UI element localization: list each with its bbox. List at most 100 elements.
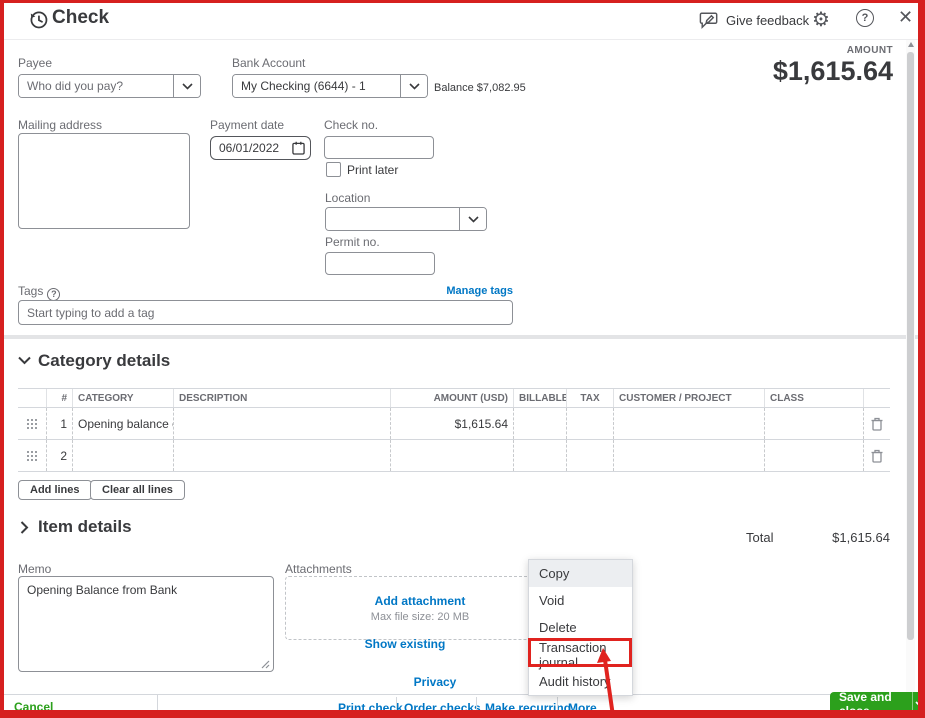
footer-divider (476, 697, 477, 715)
location-select[interactable] (325, 207, 487, 231)
bank-account-label: Bank Account (232, 56, 306, 70)
save-dropdown-chevron-icon[interactable] (912, 692, 925, 715)
more-link[interactable]: More (568, 701, 597, 715)
memo-textarea[interactable]: Opening Balance from Bank (18, 576, 274, 672)
item-details-chevron-right-icon[interactable] (20, 521, 29, 534)
category-details-chevron-down-icon[interactable] (18, 356, 31, 365)
print-check-link[interactable]: Print check (338, 701, 403, 715)
category-details-table: # CATEGORY DESCRIPTION AMOUNT (USD) BILL… (18, 388, 890, 472)
col-tax: TAX (566, 389, 613, 407)
permit-no-input[interactable] (325, 252, 435, 275)
col-category: CATEGORY (72, 389, 173, 407)
tags-input[interactable] (18, 300, 513, 325)
print-later-checkbox[interactable] (326, 162, 341, 177)
show-existing-link[interactable]: Show existing (285, 637, 525, 651)
payee-select[interactable] (18, 74, 201, 98)
more-context-menu: Copy Void Delete Transaction journal Aud… (528, 559, 633, 696)
customer-project-cell[interactable] (613, 440, 764, 471)
location-input[interactable] (326, 208, 459, 230)
menu-item-delete[interactable]: Delete (529, 614, 632, 641)
table-row: 1 Opening balance equity $1,615.64 (18, 408, 890, 440)
description-cell[interactable] (173, 440, 390, 471)
class-cell[interactable] (764, 408, 863, 439)
footer-divider (157, 694, 158, 718)
total-value: $1,615.64 (832, 530, 890, 545)
drag-handle-icon[interactable] (18, 408, 46, 439)
memo-label: Memo (18, 562, 52, 576)
class-cell[interactable] (764, 440, 863, 471)
attachments-label: Attachments (285, 562, 352, 576)
attachment-dropzone[interactable]: Add attachment Max file size: 20 MB (285, 576, 555, 640)
billable-cell[interactable] (513, 408, 566, 439)
category-cell[interactable]: Opening balance equity (72, 408, 173, 439)
billable-cell[interactable] (513, 440, 566, 471)
save-and-close-label[interactable]: Save and close (830, 692, 912, 715)
category-cell[interactable] (72, 440, 173, 471)
chevron-down-icon[interactable] (459, 208, 486, 230)
close-icon[interactable]: ✕ (898, 7, 913, 28)
calendar-icon[interactable] (292, 141, 305, 155)
help-icon[interactable]: ? (856, 9, 874, 27)
make-recurring-link[interactable]: Make recurring (485, 701, 571, 715)
location-label: Location (325, 191, 371, 205)
description-cell[interactable] (173, 408, 390, 439)
menu-item-copy[interactable]: Copy (529, 560, 632, 587)
give-feedback-label: Give feedback (726, 13, 810, 28)
give-feedback-button[interactable]: Give feedback (699, 11, 809, 30)
print-later-label: Print later (347, 163, 399, 177)
manage-tags-link[interactable]: Manage tags (446, 285, 513, 297)
add-attachment-link[interactable]: Add attachment (375, 594, 466, 608)
chevron-down-icon[interactable] (400, 75, 427, 97)
gear-icon[interactable]: ⚙ (812, 7, 830, 32)
bank-account-input[interactable] (233, 75, 400, 97)
payee-label: Payee (18, 56, 53, 70)
bank-account-select[interactable] (232, 74, 428, 98)
order-checks-link[interactable]: Order checks (404, 701, 481, 715)
customer-project-cell[interactable] (613, 408, 764, 439)
category-details-title[interactable]: Category details (38, 351, 170, 371)
tax-cell[interactable] (566, 408, 613, 439)
page-title: Check (52, 7, 110, 28)
recent-transactions-clock-icon[interactable] (28, 9, 49, 30)
mailing-address-label: Mailing address (18, 118, 103, 132)
max-file-size-text: Max file size: 20 MB (370, 610, 470, 623)
resize-handle-icon[interactable] (261, 660, 270, 669)
tags-help-icon[interactable]: ? (47, 287, 61, 301)
footer-divider (557, 697, 558, 715)
check-no-input[interactable] (324, 136, 434, 159)
menu-item-transaction-journal[interactable]: Transaction journal (529, 640, 632, 670)
mailing-address-textarea[interactable] (18, 133, 190, 229)
item-details-title[interactable]: Item details (38, 517, 132, 537)
feedback-bubble-pencil-icon (699, 11, 719, 30)
amount-cell[interactable]: $1,615.64 (390, 408, 513, 439)
table-header-row: # CATEGORY DESCRIPTION AMOUNT (USD) BILL… (18, 388, 890, 408)
payment-date-field[interactable] (210, 136, 311, 160)
trash-icon[interactable] (863, 440, 890, 471)
payment-date-label: Payment date (210, 118, 285, 132)
scrollbar-up-arrow-icon[interactable] (908, 42, 914, 47)
check-no-field[interactable] (324, 136, 434, 159)
add-lines-button[interactable]: Add lines (18, 480, 92, 500)
check-transaction-window: Check Give feedback ⚙ ? ✕ AMOUNT $1,615.… (0, 0, 925, 718)
save-and-close-button[interactable]: Save and close (830, 692, 925, 715)
tax-cell[interactable] (566, 440, 613, 471)
permit-no-label: Permit no. (325, 235, 380, 249)
chevron-down-icon[interactable] (173, 75, 200, 97)
permit-no-field[interactable] (325, 252, 435, 275)
header-divider (0, 39, 925, 40)
cancel-button[interactable]: Cancel (14, 700, 53, 714)
payee-input[interactable] (19, 75, 173, 97)
col-class: CLASS (764, 389, 863, 407)
clear-all-lines-button[interactable]: Clear all lines (90, 480, 185, 500)
col-customer-project: CUSTOMER / PROJECT (613, 389, 764, 407)
drag-handle-icon[interactable] (18, 440, 46, 471)
tags-field[interactable] (18, 300, 513, 325)
scrollbar-thumb[interactable] (907, 52, 914, 640)
amount-cell[interactable] (390, 440, 513, 471)
row-number: 1 (46, 408, 72, 439)
menu-item-void[interactable]: Void (529, 587, 632, 614)
col-num: # (46, 389, 72, 407)
menu-item-audit-history[interactable]: Audit history (529, 668, 632, 695)
section-divider (0, 335, 925, 339)
trash-icon[interactable] (863, 408, 890, 439)
